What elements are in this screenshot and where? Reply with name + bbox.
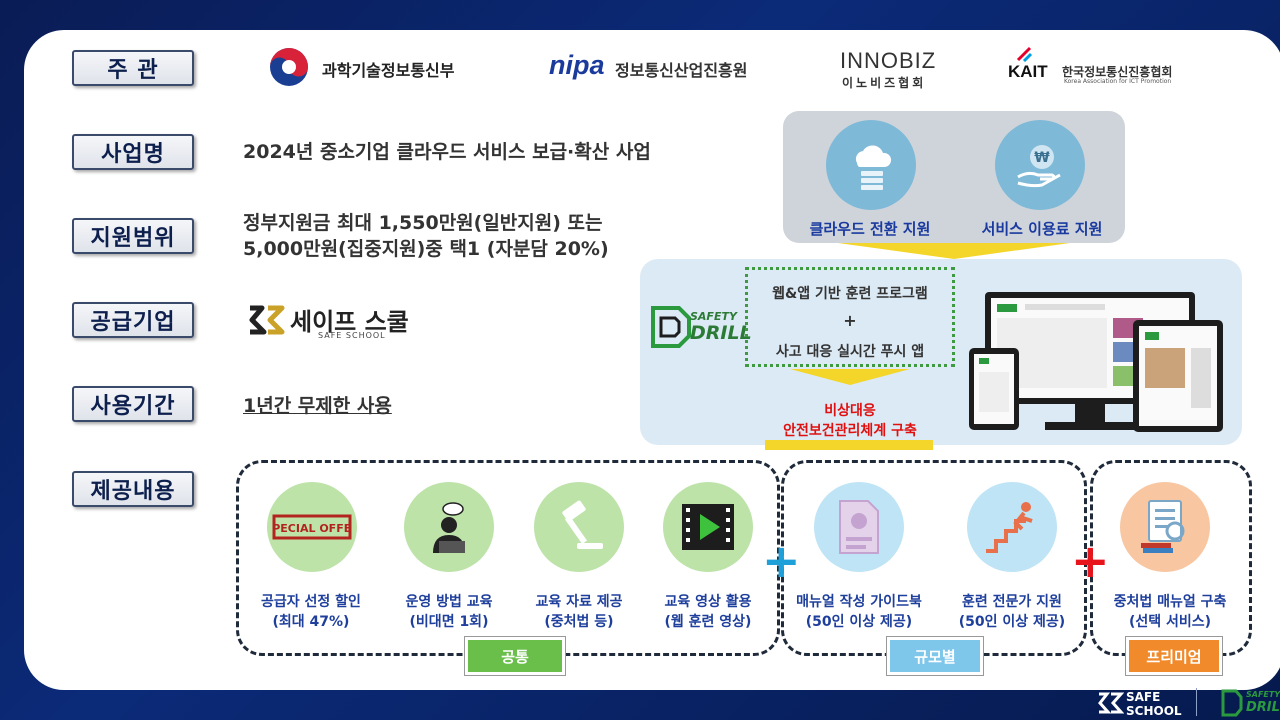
- supplier-logo: [246, 302, 286, 338]
- footer-school: SCHOOL: [1126, 704, 1182, 718]
- service-title-1: 공급자 선정 할인: [261, 594, 361, 610]
- program-text: 웹&앱 기반 훈련 프로그램: [772, 286, 928, 302]
- label-project: 사업명: [72, 134, 194, 170]
- tag-scale: 규모별: [887, 637, 983, 675]
- special-offer-circle: SPECIAL OFFER: [267, 482, 357, 572]
- plus-red-icon: +: [1071, 534, 1110, 588]
- scope-line-1: 정부지원금 최대 1,550만원(일반지원) 또는: [243, 212, 603, 234]
- label-host: 주 관: [72, 50, 194, 86]
- cloud-server-icon: [855, 145, 892, 190]
- period-text: 1년간 무제한 사용: [243, 395, 392, 417]
- checklist-circle: [1120, 482, 1210, 572]
- footer-safe: SAFE: [1126, 690, 1161, 704]
- service-title-3: 교육 자료 제공: [535, 594, 623, 610]
- msit-logo: [269, 47, 309, 87]
- footer-safe-school-logo: [1096, 690, 1125, 716]
- service-title-5: 매뉴얼 작성 가이드북: [796, 594, 922, 610]
- special-offer-badge-text: SPECIAL OFFER: [272, 522, 352, 535]
- safety-drill-emblem-icon: [651, 306, 691, 348]
- service-sub-3: (중처법 등): [544, 614, 614, 630]
- scope-line-2: 5,000만원(집중지원)중 택1 (자분담 20%): [243, 238, 609, 260]
- won-coin-hand-icon: ₩: [1017, 145, 1061, 188]
- safety-drill-logo: [649, 304, 693, 350]
- evacuation-circle: [967, 482, 1057, 572]
- yellow-arrow-top: [838, 243, 1070, 259]
- service-title-2: 운영 방법 교육: [405, 594, 493, 610]
- service-sub-7: (선택 서비스): [1128, 614, 1212, 630]
- service-sub-4: (웹 훈련 영상): [664, 614, 752, 630]
- evacuation-icon: [986, 502, 1033, 553]
- footer-divider: [1196, 688, 1197, 716]
- gavel-circle: [534, 482, 624, 572]
- video-play-icon: [682, 504, 734, 550]
- nipa-mark: nipa: [549, 50, 605, 80]
- kait-subtitle: Korea Association for ICT Promotion: [1064, 78, 1172, 85]
- safety-drill-logo-bottom: DRILL: [690, 322, 752, 344]
- cloud-icon: [826, 120, 916, 210]
- supplier-subname: SAFE SCHOOL: [318, 331, 386, 340]
- service-title-7: 중처법 매뉴얼 구축: [1113, 594, 1227, 610]
- fee-icon: ₩: [995, 120, 1085, 210]
- devices-illustration: [965, 288, 1227, 436]
- service-sub-1: (최대 47%): [272, 614, 350, 630]
- msit-name: 과학기술정보통신부: [322, 61, 455, 80]
- label-content: 제공내용: [72, 471, 194, 507]
- cloud-support-label: 클라우드 전환 지원: [809, 220, 931, 238]
- manual-book-icon: [839, 500, 879, 554]
- result-underline: [765, 440, 933, 450]
- plus-blue-icon: +: [762, 534, 801, 588]
- innobiz-name: 이노비즈협회: [842, 76, 927, 90]
- footer-safety-drill-logo: [1220, 688, 1244, 718]
- app-text: 사고 대응 실시간 푸시 앱: [775, 344, 925, 360]
- service-sub-6: (50인 이상 제공): [958, 614, 1066, 630]
- result-line-1: 비상대응: [824, 403, 876, 419]
- service-sub-5: (50인 이상 제공): [805, 614, 913, 630]
- label-supplier: 공급기업: [72, 302, 194, 338]
- kait-symbol-icon: [1016, 46, 1033, 63]
- project-name: 2024년 중소기업 클라우드 서비스 보급·확산 사업: [243, 141, 651, 163]
- innobiz-mark: INNOBIZ: [840, 48, 937, 73]
- video-circle: [663, 482, 753, 572]
- program-plus: +: [843, 311, 857, 330]
- special-offer-icon: SPECIAL OFFER: [272, 514, 352, 540]
- manual-book-circle: [814, 482, 904, 572]
- kait-mark: KAIT: [1008, 62, 1048, 81]
- monitor-tablet-phone-icon: [969, 292, 1223, 432]
- online-training-icon: [433, 502, 465, 553]
- safe-school-emblem-icon: [249, 305, 285, 335]
- fee-support-label: 서비스 이용료 지원: [981, 220, 1103, 238]
- msit-emblem-icon: [270, 48, 308, 86]
- tag-common: 공통: [465, 637, 565, 675]
- svg-text:₩: ₩: [1034, 150, 1050, 166]
- online-training-circle: [404, 482, 494, 572]
- footer-safety: SAFETY: [1246, 690, 1280, 699]
- kait-logo-mark: [1016, 46, 1033, 63]
- gavel-icon: [562, 500, 603, 549]
- footer-safety-drill-icon: [1221, 689, 1243, 717]
- service-title-6: 훈련 전문가 지원: [962, 594, 1062, 610]
- service-sub-2: (비대면 1회): [409, 614, 489, 630]
- label-period: 사용기간: [72, 386, 194, 422]
- footer-drill: DRILL: [1246, 700, 1280, 715]
- service-title-4: 교육 영상 활용: [664, 594, 752, 610]
- nipa-name: 정보통신산업진흥원: [615, 61, 748, 80]
- footer-safe-school-icon: [1098, 692, 1125, 714]
- label-scope: 지원범위: [72, 218, 194, 254]
- yellow-arrow-bottom: [790, 369, 910, 385]
- tag-premium: 프리미엄: [1126, 637, 1222, 675]
- checklist-icon: [1141, 500, 1185, 553]
- result-line-2: 안전보건관리체계 구축: [783, 423, 917, 439]
